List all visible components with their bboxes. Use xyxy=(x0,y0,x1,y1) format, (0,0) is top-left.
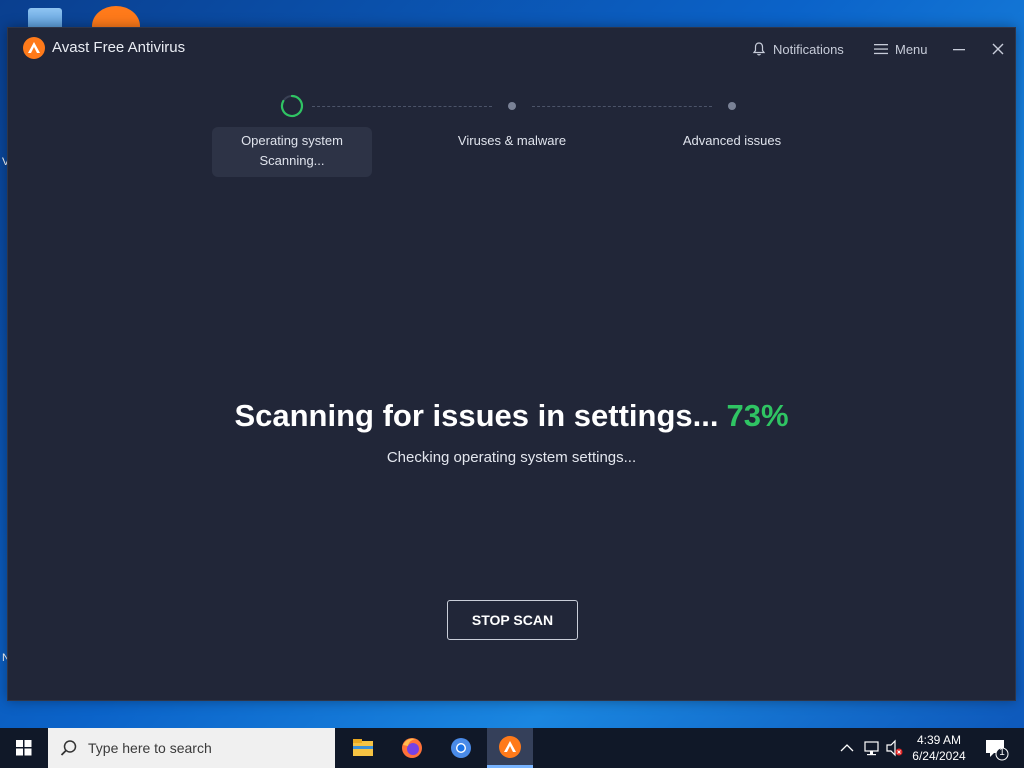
search-placeholder: Type here to search xyxy=(88,740,212,756)
step-label-advanced: Advanced issues xyxy=(682,133,782,148)
taskbar-file-explorer[interactable] xyxy=(340,728,386,768)
avast-window: Avast Free Antivirus Notifications Menu xyxy=(7,27,1016,701)
step-dot-advanced xyxy=(728,102,736,110)
scanning-spinner-icon xyxy=(280,94,304,118)
notifications-button[interactable]: Notifications xyxy=(751,38,844,60)
step-status: Scanning... xyxy=(259,153,325,168)
action-center-button[interactable]: 1 xyxy=(982,728,1012,768)
windows-logo-icon xyxy=(16,740,32,756)
step-connector xyxy=(312,106,492,107)
menu-button[interactable]: Menu xyxy=(873,38,928,60)
scan-heading: Scanning for issues in settings... 73% xyxy=(8,398,1015,434)
file-explorer-icon xyxy=(353,739,373,756)
bell-icon xyxy=(752,42,766,56)
taskbar-firefox[interactable] xyxy=(389,728,435,768)
taskbar-chrome[interactable] xyxy=(438,728,484,768)
start-button[interactable] xyxy=(0,728,48,768)
avast-icon xyxy=(499,736,521,758)
search-icon xyxy=(60,740,77,756)
taskbar: Type here to search 4:39 AM 6/24/2024 1 xyxy=(0,728,1024,768)
clock-time: 4:39 AM xyxy=(916,733,962,747)
scan-heading-text: Scanning for issues in settings... xyxy=(234,398,719,433)
step-dot-viruses xyxy=(508,102,516,110)
scan-subtext: Checking operating system settings... xyxy=(386,449,637,466)
avast-logo-icon xyxy=(23,37,45,59)
step-connector xyxy=(532,106,712,107)
chevron-up-icon[interactable] xyxy=(838,728,856,768)
notification-count: 1 xyxy=(999,747,1005,758)
firefox-icon xyxy=(402,738,422,758)
menu-label: Menu xyxy=(895,41,928,57)
clock-date: 6/24/2024 xyxy=(912,749,966,763)
chrome-icon xyxy=(451,738,471,758)
hamburger-icon xyxy=(874,44,888,55)
scan-percent: 73% xyxy=(726,398,789,433)
notification-center-icon xyxy=(986,740,1009,761)
notifications-label: Notifications xyxy=(773,41,844,57)
close-icon[interactable] xyxy=(987,38,1009,60)
taskbar-avast[interactable] xyxy=(487,728,533,768)
taskbar-clock[interactable]: 4:39 AM 6/24/2024 xyxy=(900,732,978,764)
taskbar-search-input[interactable]: Type here to search xyxy=(48,728,335,768)
stop-scan-button[interactable]: STOP SCAN xyxy=(447,600,578,640)
title-bar: Avast Free Antivirus Notifications Menu xyxy=(8,28,1015,68)
app-title: Avast Free Antivirus xyxy=(52,39,186,56)
step-label-operating-system: Operating system xyxy=(241,133,343,148)
step-label-viruses: Viruses & malware xyxy=(457,133,567,148)
minimize-icon[interactable] xyxy=(948,38,970,60)
network-icon[interactable] xyxy=(862,728,882,768)
